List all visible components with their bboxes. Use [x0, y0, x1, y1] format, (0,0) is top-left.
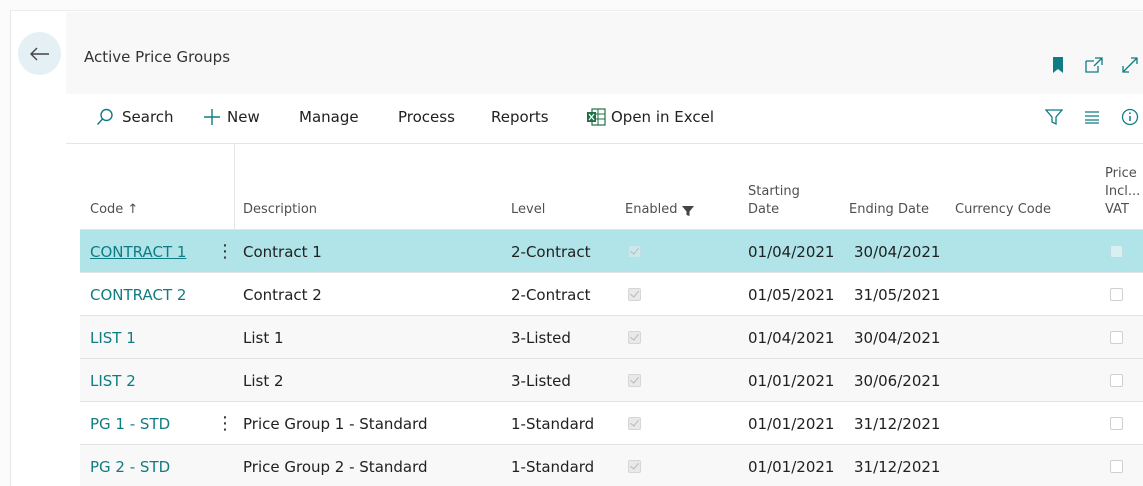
column-header-starting-date[interactable]: Starting Date [748, 144, 800, 228]
column-header-ending-date[interactable]: Ending Date [849, 144, 929, 228]
bookmark-icon[interactable] [1049, 56, 1067, 74]
search-button[interactable]: Search [96, 108, 174, 126]
row-starting-date: 01/01/2021 [748, 414, 835, 433]
excel-icon [587, 108, 606, 126]
filter-icon[interactable] [1045, 108, 1063, 126]
row-level: 2-Contract [511, 285, 591, 304]
column-header-currency-code-label: Currency Code [955, 202, 1051, 217]
row-actions-menu[interactable]: ⋮ [216, 402, 234, 445]
table-row[interactable]: LIST 2 List 2 3-Listed 01/01/2021 30/06/… [80, 358, 1143, 401]
row-code[interactable]: PG 1 - STD [90, 415, 170, 433]
column-header-description-label: Description [243, 202, 318, 217]
action-bar-right [1045, 108, 1139, 126]
new-label: New [227, 108, 260, 126]
row-actions-menu[interactable]: ⋮ [216, 230, 234, 273]
open-in-excel-label: Open in Excel [611, 108, 715, 126]
column-header-starting-date-line1: Starting [748, 184, 800, 199]
process-menu[interactable]: Process [398, 108, 455, 126]
column-header-starting-date-line2: Date [748, 202, 780, 217]
row-enabled-checkbox[interactable] [628, 288, 641, 301]
row-enabled-checkbox[interactable] [628, 331, 641, 344]
column-header-enabled-label: Enabled [625, 202, 678, 217]
plus-icon [204, 109, 220, 125]
reports-menu[interactable]: Reports [491, 108, 549, 126]
row-code[interactable]: CONTRACT 2 [90, 286, 186, 304]
column-header-price-incl-vat-line1: Price [1105, 166, 1137, 181]
open-in-excel-button[interactable]: Open in Excel [586, 108, 714, 126]
row-price-incl-vat-checkbox[interactable] [1110, 460, 1123, 473]
row-code[interactable]: PG 2 - STD [90, 458, 170, 476]
row-level: 3-Listed [511, 328, 571, 347]
price-groups-table: Code ↑ Description Level Enabled Startin… [80, 144, 1143, 486]
row-level: 1-Standard [511, 414, 595, 433]
column-header-price-incl-vat-line2: Incl... [1105, 184, 1141, 199]
manage-label: Manage [299, 108, 359, 126]
row-level: 1-Standard [511, 457, 595, 476]
row-description: Contract 2 [243, 285, 322, 304]
search-icon [96, 108, 113, 125]
column-header-ending-date-label: Ending Date [849, 202, 930, 217]
row-code[interactable]: CONTRACT 1 [90, 243, 186, 261]
column-header-level[interactable]: Level [511, 144, 545, 228]
open-in-new-window-icon[interactable] [1085, 56, 1103, 74]
page-title: Active Price Groups [84, 48, 231, 66]
column-divider [234, 144, 235, 229]
row-ending-date: 31/12/2021 [854, 414, 941, 433]
table-row[interactable]: PG 1 - STD ⋮ Price Group 1 - Standard 1-… [80, 401, 1143, 444]
action-bar: Search New Manage Process Reports Open i… [66, 94, 1143, 144]
list-view-icon[interactable] [1083, 108, 1101, 126]
column-header-level-label: Level [511, 202, 546, 217]
row-description: Price Group 2 - Standard [243, 457, 428, 476]
row-description: List 2 [243, 371, 284, 390]
table-row[interactable]: CONTRACT 1 ⋮ Contract 1 2-Contract 01/04… [80, 229, 1143, 272]
column-header-code[interactable]: Code ↑ [90, 144, 138, 228]
row-ending-date: 31/12/2021 [854, 457, 941, 476]
reports-label: Reports [491, 108, 549, 126]
table-row[interactable]: CONTRACT 2 Contract 2 2-Contract 01/05/2… [80, 272, 1143, 315]
row-description: Contract 1 [243, 242, 322, 261]
column-header-price-incl-vat-line3: VAT [1105, 202, 1129, 217]
row-starting-date: 01/05/2021 [748, 285, 835, 304]
column-header-enabled[interactable]: Enabled [625, 144, 694, 228]
column-header-currency-code[interactable]: Currency Code [955, 144, 1051, 228]
row-level: 2-Contract [511, 242, 591, 261]
row-starting-date: 01/01/2021 [748, 371, 835, 390]
row-price-incl-vat-checkbox[interactable] [1110, 288, 1123, 301]
filter-applied-icon [681, 206, 694, 216]
row-price-incl-vat-checkbox[interactable] [1110, 331, 1123, 344]
row-enabled-checkbox[interactable] [628, 460, 641, 473]
row-price-incl-vat-checkbox[interactable] [1110, 417, 1123, 430]
row-enabled-checkbox[interactable] [628, 374, 641, 387]
row-level: 3-Listed [511, 371, 571, 390]
row-description: Price Group 1 - Standard [243, 414, 428, 433]
manage-menu[interactable]: Manage [299, 108, 359, 126]
row-ending-date: 31/05/2021 [854, 285, 941, 304]
expand-icon[interactable] [1121, 56, 1139, 74]
info-icon[interactable] [1121, 108, 1139, 126]
row-description: List 1 [243, 328, 284, 347]
header-icons [1049, 56, 1143, 74]
row-starting-date: 01/04/2021 [748, 242, 835, 261]
row-starting-date: 01/04/2021 [748, 328, 835, 347]
row-enabled-checkbox[interactable] [628, 245, 641, 258]
column-header-code-label: Code ↑ [90, 202, 139, 217]
row-starting-date: 01/01/2021 [748, 457, 835, 476]
back-arrow-icon [29, 47, 49, 60]
row-price-incl-vat-checkbox[interactable] [1110, 245, 1123, 258]
row-code[interactable]: LIST 2 [90, 372, 136, 390]
back-button[interactable] [18, 32, 61, 75]
column-header-description[interactable]: Description [243, 144, 317, 228]
row-code[interactable]: LIST 1 [90, 329, 136, 347]
search-label: Search [122, 108, 174, 126]
new-button[interactable]: New [203, 108, 260, 126]
row-ending-date: 30/04/2021 [854, 328, 941, 347]
table-row[interactable]: PG 2 - STD Price Group 2 - Standard 1-St… [80, 444, 1143, 486]
row-enabled-checkbox[interactable] [628, 417, 641, 430]
column-header-price-incl-vat[interactable]: Price Incl... VAT [1105, 144, 1140, 228]
process-label: Process [398, 108, 455, 126]
row-ending-date: 30/04/2021 [854, 242, 941, 261]
row-ending-date: 30/06/2021 [854, 371, 941, 390]
row-price-incl-vat-checkbox[interactable] [1110, 374, 1123, 387]
table-row[interactable]: LIST 1 List 1 3-Listed 01/04/2021 30/04/… [80, 315, 1143, 358]
